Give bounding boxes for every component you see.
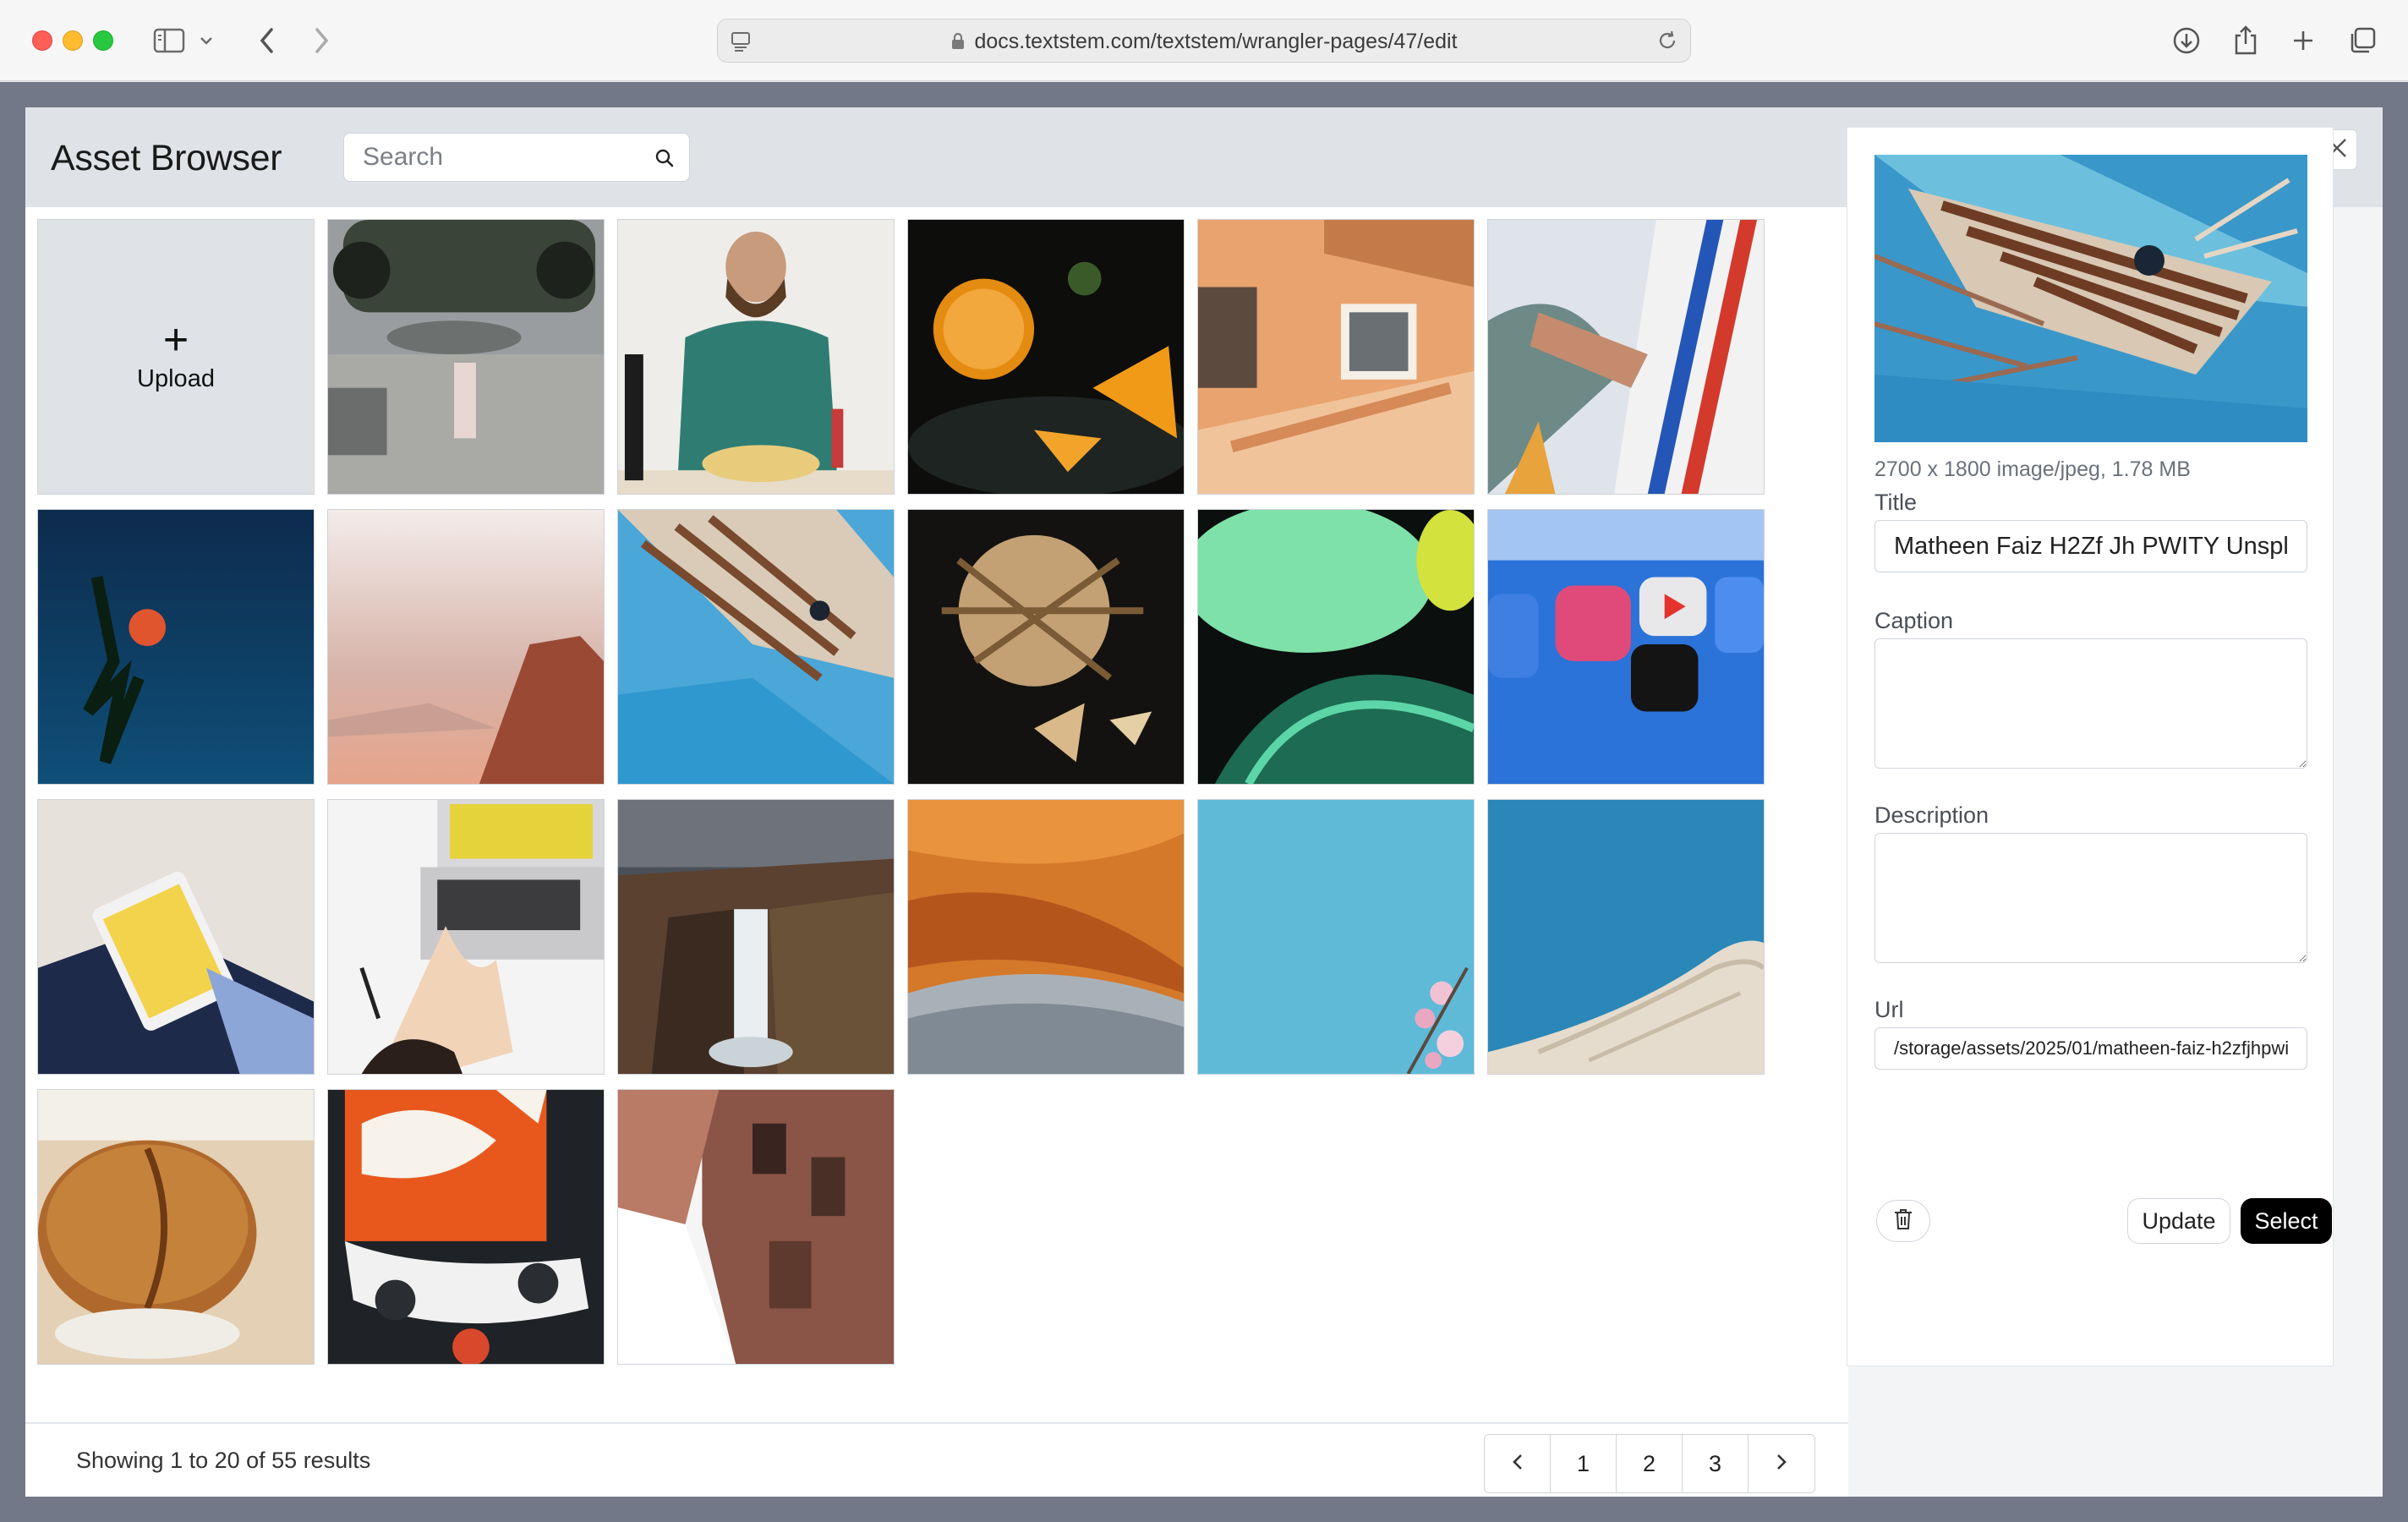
pagination-footer: Showing 1 to 20 of 55 results 1 2 3	[25, 1422, 1848, 1497]
trash-icon	[1893, 1207, 1913, 1235]
asset-thumbnail[interactable]	[37, 1089, 315, 1365]
reload-icon[interactable]	[1656, 30, 1678, 56]
search-input[interactable]	[344, 134, 689, 181]
asset-preview-image	[1874, 155, 2307, 442]
url-text: docs.textstem.com/textstem/wrangler-page…	[974, 30, 1458, 53]
sidebar-toggle-icon[interactable]	[152, 24, 186, 57]
download-icon[interactable]	[2170, 24, 2203, 57]
browser-toolbar: docs.textstem.com/textstem/wrangler-page…	[0, 0, 2408, 81]
chevron-down-icon[interactable]	[196, 24, 216, 57]
page-button-3[interactable]: 3	[1683, 1435, 1749, 1492]
upload-tile[interactable]: + Upload	[37, 219, 315, 495]
asset-grid: + Upload	[25, 207, 1848, 1410]
asset-thumbnail[interactable]	[327, 509, 605, 785]
plus-icon: +	[162, 315, 189, 364]
page-button-1[interactable]: 1	[1551, 1435, 1617, 1492]
asset-thumbnail[interactable]	[907, 509, 1185, 785]
asset-thumbnail[interactable]	[37, 799, 315, 1075]
upload-label: Upload	[137, 364, 215, 392]
minimize-window-button[interactable]	[63, 30, 83, 51]
next-page-button[interactable]	[1749, 1435, 1814, 1492]
asset-thumbnail[interactable]	[1197, 799, 1475, 1075]
asset-thumbnail[interactable]	[1197, 219, 1475, 495]
search-box	[343, 133, 690, 182]
asset-thumbnail[interactable]	[617, 509, 895, 785]
asset-thumbnail[interactable]	[1487, 219, 1765, 495]
asset-thumbnail[interactable]	[327, 1089, 605, 1365]
title-label: Title	[1874, 490, 1918, 515]
asset-thumbnail[interactable]	[617, 219, 895, 495]
chevron-right-icon	[1776, 1451, 1787, 1477]
asset-thumbnail[interactable]	[1197, 509, 1475, 785]
asset-thumbnail[interactable]	[327, 219, 605, 495]
close-window-button[interactable]	[32, 30, 52, 51]
back-arrow-icon[interactable]	[250, 24, 284, 57]
caption-textarea[interactable]	[1874, 638, 2307, 769]
asset-thumbnail[interactable]	[617, 1089, 895, 1365]
description-textarea[interactable]	[1874, 833, 2307, 963]
select-button[interactable]: Select	[2241, 1198, 2332, 1244]
asset-thumbnail[interactable]	[907, 799, 1185, 1075]
asset-thumbnail[interactable]	[617, 799, 895, 1075]
tab-overview-icon[interactable]	[2345, 24, 2379, 57]
modal-title: Asset Browser	[51, 138, 282, 178]
asset-thumbnail[interactable]	[1487, 509, 1765, 785]
description-label: Description	[1874, 802, 1989, 828]
url-input[interactable]	[1874, 1027, 2307, 1070]
title-input[interactable]	[1874, 520, 2307, 572]
search-icon[interactable]	[654, 147, 676, 169]
asset-thumbnail[interactable]	[1487, 799, 1765, 1075]
maximize-window-button[interactable]	[93, 30, 113, 51]
lock-icon	[950, 32, 966, 57]
delete-asset-button[interactable]	[1876, 1200, 1930, 1242]
pagination: 1 2 3	[1484, 1434, 1815, 1493]
update-button[interactable]: Update	[2127, 1198, 2230, 1244]
chevron-left-icon	[1512, 1451, 1524, 1477]
asset-thumbnail[interactable]	[327, 799, 605, 1075]
address-bar[interactable]: docs.textstem.com/textstem/wrangler-page…	[717, 19, 1691, 63]
page-button-2[interactable]: 2	[1617, 1435, 1683, 1492]
new-tab-icon[interactable]	[2286, 24, 2320, 57]
asset-metadata: 2700 x 1800 image/jpeg, 1.78 MB	[1874, 457, 2191, 481]
asset-thumbnail[interactable]	[37, 509, 315, 785]
caption-label: Caption	[1874, 608, 1954, 633]
url-label: Url	[1874, 997, 1904, 1022]
share-icon[interactable]	[2229, 24, 2263, 57]
previous-page-button[interactable]	[1485, 1435, 1551, 1492]
asset-details-panel: 2700 x 1800 image/jpeg, 1.78 MB Title Ca…	[1847, 127, 2334, 1366]
forward-arrow-icon[interactable]	[304, 24, 338, 57]
asset-thumbnail[interactable]	[907, 219, 1185, 495]
results-summary: Showing 1 to 20 of 55 results	[76, 1448, 371, 1473]
